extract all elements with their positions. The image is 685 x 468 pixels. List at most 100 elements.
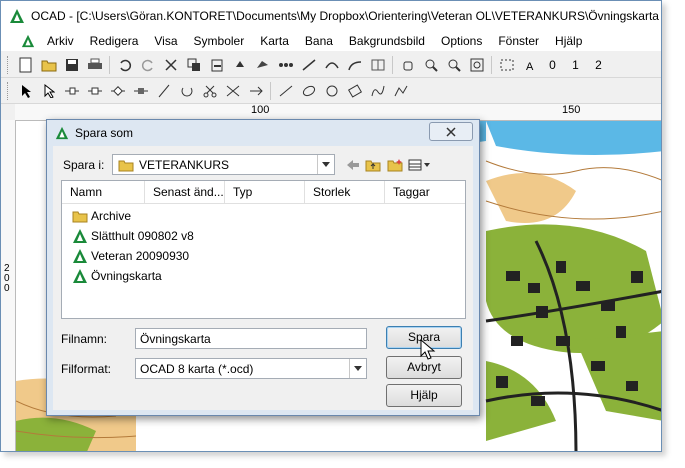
symbol-tool-icon[interactable] <box>253 55 272 74</box>
dialog-title: Spara som <box>75 126 134 140</box>
freehand-icon[interactable] <box>368 81 387 100</box>
chevron-down-icon[interactable] <box>349 359 366 378</box>
format-value: OCAD 8 karta (*.ocd) <box>140 362 254 376</box>
save-in-label: Spara i: <box>63 158 105 172</box>
undo-icon[interactable] <box>115 55 134 74</box>
zoom-out-icon[interactable] <box>444 55 463 74</box>
filename-value: Övningskarta <box>140 332 211 346</box>
title-bar[interactable]: OCAD - [C:\Users\Göran.KONTORET\Document… <box>1 1 661 31</box>
dots-tool-icon[interactable] <box>276 55 295 74</box>
paste-icon[interactable] <box>207 55 226 74</box>
format-label: Filformat: <box>61 362 112 376</box>
svg-text:A: A <box>526 61 534 72</box>
hand-pan-icon[interactable] <box>398 55 417 74</box>
ocad-logo-icon <box>10 9 24 23</box>
toolbar-grip[interactable] <box>7 81 11 100</box>
toolbar-grip[interactable] <box>7 55 11 74</box>
select-area-icon[interactable] <box>497 55 516 74</box>
vertical-ruler: 2 0 0 <box>1 120 16 451</box>
file-list[interactable]: Namn Senast änd... Typ Storlek Taggar Ar… <box>61 180 466 319</box>
move-point-icon[interactable] <box>62 81 81 100</box>
arc-tool-icon[interactable] <box>345 55 364 74</box>
chevron-down-icon[interactable] <box>317 155 334 174</box>
copy-icon[interactable] <box>184 55 203 74</box>
ocad-dialog-logo-icon <box>55 126 69 140</box>
line-tool-icon[interactable] <box>299 55 318 74</box>
list-item[interactable]: Slätthult 090802 v8 <box>72 227 194 245</box>
scissors-icon[interactable] <box>200 81 219 100</box>
file-name: Veteran 20090930 <box>91 249 190 263</box>
ocad-file-icon <box>73 269 87 283</box>
file-name: Övningskarta <box>91 269 162 283</box>
layer-2-button[interactable]: 2 <box>589 55 608 74</box>
list-item[interactable]: Veteran 20090930 <box>72 247 189 265</box>
list-item[interactable]: Övningskarta <box>72 267 162 285</box>
ocad-menu-logo-icon[interactable] <box>21 34 35 48</box>
delete-point-icon[interactable] <box>131 81 150 100</box>
ruler-mark-150: 150 <box>562 104 581 116</box>
column-tags[interactable]: Taggar <box>385 181 465 203</box>
menu-bakgrundsbild[interactable]: Bakgrundsbild <box>341 31 433 51</box>
menu-fonster[interactable]: Fönster <box>490 31 547 51</box>
polyline-icon[interactable] <box>391 81 410 100</box>
menu-options[interactable]: Options <box>433 31 490 51</box>
toolbar-separator <box>109 55 110 74</box>
straight-line-icon[interactable] <box>276 81 295 100</box>
filename-field[interactable]: Övningskarta <box>135 328 367 349</box>
new-file-icon[interactable] <box>16 55 35 74</box>
print-icon[interactable] <box>85 55 104 74</box>
rotate-icon[interactable] <box>177 81 196 100</box>
split-icon[interactable] <box>223 81 242 100</box>
fill-icon[interactable] <box>230 55 249 74</box>
menu-redigera[interactable]: Redigera <box>82 31 147 51</box>
help-button[interactable]: Hjälp <box>386 384 462 407</box>
menu-karta[interactable]: Karta <box>252 31 297 51</box>
add-point-icon[interactable] <box>85 81 104 100</box>
menu-visa[interactable]: Visa <box>146 31 185 51</box>
column-modified[interactable]: Senast änd... <box>145 181 225 203</box>
cut-line-icon[interactable] <box>154 81 173 100</box>
curve-tool-icon[interactable] <box>322 55 341 74</box>
folder-icon <box>118 160 134 172</box>
menu-bar: Arkiv Redigera Visa Symboler Karta Bana … <box>1 31 661 51</box>
text-tool-icon[interactable]: A <box>520 55 539 74</box>
menu-hjalp[interactable]: Hjälp <box>547 31 590 51</box>
grid-tool-icon[interactable] <box>368 55 387 74</box>
edit-point-icon[interactable] <box>39 81 58 100</box>
dialog-body: Spara i: VETERANKURS Namn Senast änd... … <box>53 146 473 410</box>
column-size[interactable]: Storlek <box>305 181 385 203</box>
open-folder-icon[interactable] <box>39 55 58 74</box>
rectangle-icon[interactable] <box>345 81 364 100</box>
redo-icon[interactable] <box>138 55 157 74</box>
column-name[interactable]: Namn <box>62 181 145 203</box>
save-icon[interactable] <box>62 55 81 74</box>
layer-1-button[interactable]: 1 <box>566 55 585 74</box>
dialog-close-button[interactable] <box>429 122 473 141</box>
ellipse-icon[interactable] <box>299 81 318 100</box>
column-type[interactable]: Typ <box>225 181 305 203</box>
close-icon <box>446 126 456 137</box>
format-select[interactable]: OCAD 8 karta (*.ocd) <box>135 358 367 379</box>
toolbar-separator <box>392 55 393 74</box>
view-menu-icon[interactable] <box>407 155 433 174</box>
menu-symboler[interactable]: Symboler <box>186 31 253 51</box>
window-title: OCAD - [C:\Users\Göran.KONTORET\Document… <box>31 9 659 23</box>
layer-0-button[interactable]: 0 <box>543 55 562 74</box>
menu-bana[interactable]: Bana <box>297 31 341 51</box>
list-item[interactable]: Archive <box>72 207 131 225</box>
ruler-mark-100: 100 <box>251 104 270 116</box>
menu-arkiv[interactable]: Arkiv <box>39 31 82 51</box>
circle-icon[interactable] <box>322 81 341 100</box>
back-icon[interactable] <box>343 155 362 174</box>
zoom-window-icon[interactable] <box>467 55 486 74</box>
pointer-icon[interactable] <box>16 81 35 100</box>
zoom-in-icon[interactable] <box>421 55 440 74</box>
dialog-title-bar[interactable]: Spara som <box>47 120 479 146</box>
up-folder-icon[interactable] <box>363 155 382 174</box>
cut-icon[interactable] <box>161 55 180 74</box>
corner-point-icon[interactable] <box>108 81 127 100</box>
new-folder-icon[interactable] <box>385 155 404 174</box>
stretch-icon[interactable] <box>246 81 265 100</box>
drawing-toolbar <box>1 78 661 104</box>
save-in-combo[interactable]: VETERANKURS <box>112 154 335 175</box>
